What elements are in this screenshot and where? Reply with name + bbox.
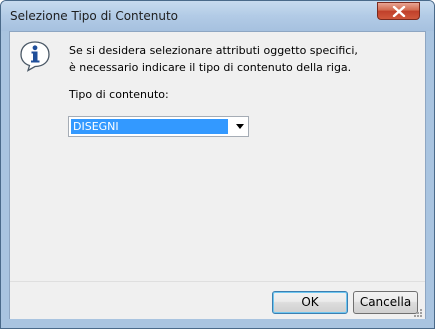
title-bar[interactable]: Selezione Tipo di Contenuto [1,1,434,31]
content-type-dropdown[interactable]: DISEGNI [68,116,249,137]
dialog-window: Selezione Tipo di Contenuto Se si deside… [0,0,435,329]
dialog-client-area: Se si desidera selezionare attributi ogg… [9,31,426,319]
button-bar: OK Cancella [10,281,425,319]
message-line-1: Se si desidera selezionare attributi ogg… [69,44,358,57]
resize-grip-icon[interactable] [413,308,423,318]
close-button[interactable] [377,2,420,20]
chevron-down-icon[interactable] [236,124,244,129]
dialog-message: Se si desidera selezionare attributi ogg… [69,42,358,76]
info-icon [20,41,50,72]
ok-button[interactable]: OK [272,291,348,314]
content-type-label: Tipo di contenuto: [69,88,169,101]
cancel-button[interactable]: Cancella [353,291,418,314]
window-title: Selezione Tipo di Contenuto [10,9,178,23]
message-line-2: è necessario indicare il tipo di contenu… [69,61,352,74]
close-icon [392,6,406,17]
content-type-selected-value: DISEGNI [71,119,228,134]
